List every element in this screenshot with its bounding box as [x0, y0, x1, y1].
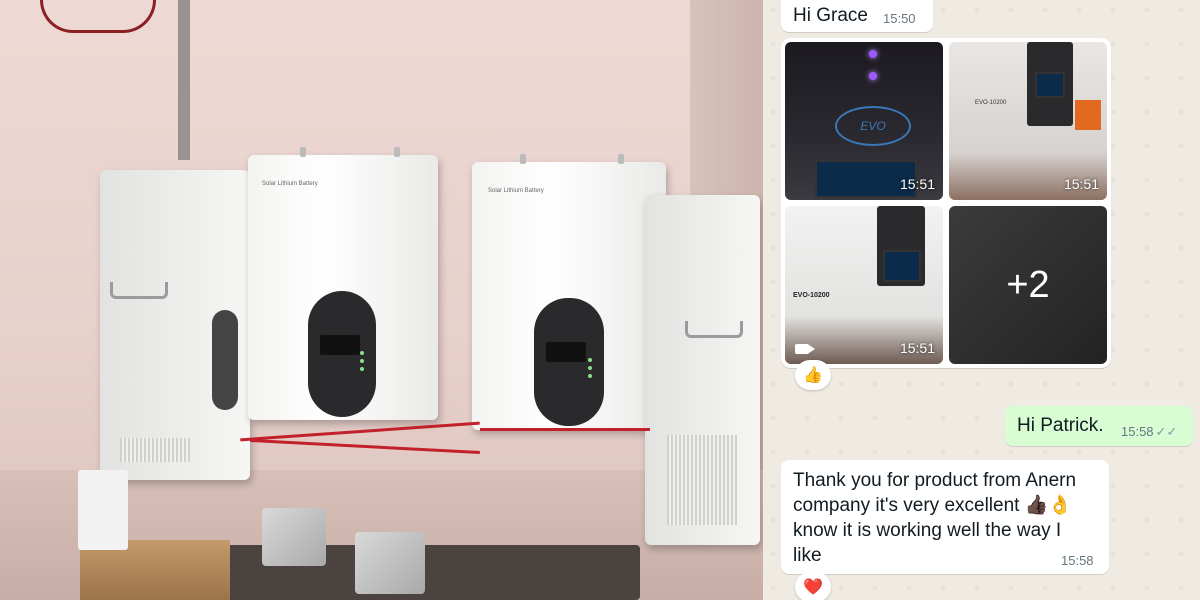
message-time: 15:58: [1061, 553, 1094, 568]
battery-display-panel: [534, 298, 604, 426]
battery-unit-left: [100, 170, 250, 480]
message-text: Thank you for product from Anern company…: [793, 470, 1077, 566]
battery-label: Solar Lithium Battery: [262, 181, 318, 187]
ceiling-wires: [40, 0, 156, 33]
battery-label: Solar Lithium Battery: [488, 188, 544, 194]
media-tile[interactable]: EVO-10200 15:51: [785, 206, 943, 364]
thumbs-up-reaction[interactable]: 👍: [795, 360, 831, 390]
unit-handle: [110, 282, 168, 299]
read-receipt-icon: ✓✓: [1155, 424, 1178, 439]
media-tile[interactable]: EVO 15:51: [785, 42, 943, 200]
battery-display-panel: [308, 291, 376, 417]
tile-caption: EVO-10200: [793, 292, 830, 299]
media-time: 15:51: [899, 340, 935, 356]
wall-conduit: [178, 0, 190, 160]
media-time: 15:51: [1063, 176, 1099, 192]
battery-unit-right: [645, 195, 760, 545]
media-album[interactable]: EVO 15:51 EVO-10200 15:51 EVO-10200 15:5…: [781, 38, 1111, 368]
unit-vent: [667, 435, 737, 525]
unit-vent: [120, 438, 190, 462]
media-tile[interactable]: EVO-10200 15:51: [949, 42, 1107, 200]
product-installation-photo: Solar Lithium Battery Solar Lithium Batt…: [0, 0, 763, 600]
tile-caption: EVO-10200: [975, 100, 1007, 106]
video-icon: [795, 344, 815, 354]
battery-unit-1: Solar Lithium Battery: [248, 147, 438, 420]
more-media-count: +2: [1006, 263, 1050, 306]
media-tile-more[interactable]: +2: [949, 206, 1107, 364]
incoming-message[interactable]: Thank you for product from Anern company…: [781, 460, 1109, 574]
media-time: 15:51: [899, 176, 935, 192]
message-time: 15:58 ✓✓: [1121, 424, 1178, 439]
tile-caption: EVO: [835, 106, 911, 146]
incoming-message[interactable]: Hi Grace 15:50: [781, 0, 933, 32]
unit-handle: [685, 321, 743, 338]
junction-box: [355, 532, 425, 594]
message-text: Hi Grace: [793, 5, 868, 26]
outgoing-message[interactable]: Hi Patrick. 15:58 ✓✓: [1005, 406, 1193, 446]
battery-unit-2: Solar Lithium Battery: [472, 154, 666, 430]
message-time: 15:50: [883, 11, 916, 26]
heart-reaction[interactable]: ❤️: [795, 572, 831, 600]
junction-box: [262, 508, 326, 566]
message-text: Hi Patrick.: [1017, 415, 1104, 436]
chat-conversation[interactable]: Hi Grace 15:50 EVO 15:51 EVO-10200 15:51…: [763, 0, 1200, 600]
